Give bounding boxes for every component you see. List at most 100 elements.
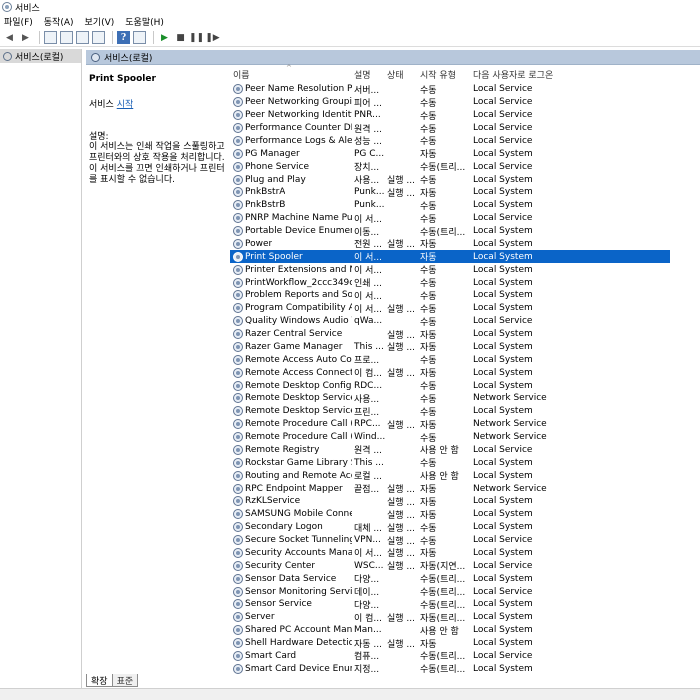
service-startup-cell: 수동 — [420, 536, 437, 547]
refresh-icon[interactable] — [76, 31, 89, 44]
service-name: Security Accounts Manager — [245, 547, 352, 558]
service-name-cell: RzKLService — [230, 496, 352, 507]
service-logon-cell: Local System — [473, 509, 533, 520]
show-hide-console-tree-icon[interactable] — [44, 31, 57, 44]
service-row[interactable]: Program Compatibility Assi...이 서... 실행 ..… — [230, 302, 670, 315]
service-row[interactable]: Performance Counter DLL ...원격 ... 수동 Local… — [230, 122, 670, 135]
service-row[interactable]: Remote Registry 원격 ... 사용 안 함 Local Service — [230, 444, 670, 456]
forward-arrow-icon[interactable]: ▶ — [19, 31, 32, 44]
service-name: Portable Device Enumerato... — [245, 226, 352, 237]
service-gear-icon — [233, 444, 243, 455]
service-row[interactable]: RPC Endpoint Mapper 끝점... 실행 ... 자동 Network … — [230, 482, 670, 495]
service-row[interactable]: Sensor Data Service 다양... 수동(트리... Local Sy… — [230, 572, 670, 585]
service-row[interactable]: Power 전원 ... 실행 ... 자동 Local System — [230, 238, 670, 250]
service-name-cell: Remote Desktop Configura... — [230, 380, 352, 391]
service-row[interactable]: Smart Card 컴퓨... 수동(트리... Local Service — [230, 650, 670, 662]
service-row[interactable]: Portable Device Enumerato...이동... 수동(트리..… — [230, 225, 670, 238]
service-row[interactable]: Problem Reports and Solut...이 서... 수동 Loca… — [230, 289, 670, 302]
service-row[interactable]: Print Spooler 이 서... 자동 Local System — [230, 250, 670, 263]
service-name: Secondary Logon — [245, 522, 323, 533]
service-row[interactable]: Sensor Service 다양... 수동(트리... Local System — [230, 598, 670, 611]
service-gear-icon — [233, 367, 243, 378]
service-row[interactable]: Sensor Monitoring Service 데이... 수동(트리... Lo… — [230, 585, 670, 598]
stop-service-icon[interactable]: ■ — [174, 31, 187, 44]
service-row[interactable]: Shell Hardware Detection 자동 ... 실행 ... 자동 Lo… — [230, 637, 670, 650]
service-gear-icon — [233, 380, 243, 391]
service-startup-cell: 자동 — [420, 343, 437, 354]
service-row[interactable]: Remote Access Auto Conn...프로... 수동 Local S… — [230, 353, 670, 366]
service-row[interactable]: Rockstar Game Library Serv...This ... 수동 L… — [230, 456, 670, 469]
service-row[interactable]: Server 이 컴... 실행 ... 자동(트리... Local System — [230, 611, 670, 624]
help-icon[interactable]: ? — [117, 31, 130, 44]
service-row[interactable]: Remote Desktop Configura...RDC... 수동 Local… — [230, 379, 670, 392]
service-row[interactable]: PNRP Machine Name Publi...이 서... 수동 Local … — [230, 212, 670, 225]
service-startup-cell: 수동 — [420, 176, 437, 187]
service-row[interactable]: Razer Central Service 실행 ... 자동 Local Syste… — [230, 328, 670, 341]
service-logon-cell: Local Service — [473, 84, 533, 95]
service-name-cell: Sensor Monitoring Service — [230, 586, 352, 597]
service-logon-cell: Network Service — [473, 483, 547, 494]
menu-view[interactable]: 보기(V) — [85, 15, 115, 28]
sort-ascending-icon: ^ — [286, 64, 292, 72]
service-startup-cell: 수동 — [420, 291, 437, 302]
service-row[interactable]: Smart Card Device Enumer...지정... 수동(트리...… — [230, 662, 670, 675]
properties-icon[interactable] — [60, 31, 73, 44]
service-name: Rockstar Game Library Serv... — [245, 457, 352, 468]
service-row[interactable]: Remote Access Connection...이 컴... 실행 ... 자… — [230, 366, 670, 379]
column-log-on-as[interactable]: 다음 사용자로 로그온 — [471, 68, 563, 81]
service-row[interactable]: Security Accounts Manager이 서... 실행 ... 자동 L… — [230, 547, 670, 559]
service-row[interactable]: Peer Name Resolution Prot...서버... 수동 Local… — [230, 83, 670, 96]
service-row[interactable]: Plug and Play 사용... 실행 ... 수동 Local System — [230, 173, 670, 186]
service-row[interactable]: Razer Game Manager This ... 실행 ... 자동 Local … — [230, 341, 670, 354]
service-name: Plug and Play — [245, 174, 306, 185]
restart-service-icon[interactable]: ❚▶ — [205, 31, 219, 44]
menu-file[interactable]: 파일(F) — [4, 15, 33, 28]
service-row[interactable]: Peer Networking Grouping 피어 ... 수동 Local Se… — [230, 96, 670, 109]
service-row[interactable]: Performance Logs & Alerts성능 ... 수동 Local S… — [230, 135, 670, 147]
tab-standard[interactable]: 표준 — [111, 674, 139, 687]
show-action-pane-icon[interactable] — [133, 31, 146, 44]
service-startup-cell: 수동(트리... — [420, 588, 466, 599]
service-row[interactable]: Printer Extensions and Noti...이 서... 수동 Lo… — [230, 263, 670, 276]
service-row[interactable]: Phone Service 장치... 수동(트리... Local Service — [230, 160, 670, 173]
service-row[interactable]: PrintWorkflow_2ccc349c 인쇄 ... 수동 Local Syst… — [230, 276, 670, 289]
start-service-icon[interactable]: ▶ — [158, 31, 171, 44]
service-row[interactable]: Remote Procedure Call (RP...RPC... 실행 ...… — [230, 418, 670, 431]
service-status-cell: 실행 ... — [387, 188, 416, 199]
service-startup-cell: 자동 — [420, 510, 437, 521]
service-name-cell: Print Spooler — [230, 251, 352, 262]
tree-item-services-local[interactable]: 서비스(로컬) — [0, 49, 81, 63]
service-row[interactable]: Secondary Logon 대체 ... 실행 ... 수동 Local Syste… — [230, 521, 670, 534]
service-description-cell: 이 서... — [354, 266, 383, 277]
service-row[interactable]: Remote Desktop Services 사용... 수동 Network Se… — [230, 392, 670, 405]
back-arrow-icon[interactable]: ◀ — [3, 31, 16, 44]
service-row[interactable]: RzKLService 실행 ... 자동 Local System — [230, 495, 670, 508]
column-description[interactable]: 설명 — [352, 68, 385, 81]
service-row[interactable]: Security Center WSC... 실행 ... 자동(지연... Local… — [230, 559, 670, 572]
service-row[interactable]: Secure Socket Tunneling P...VPN... 실행 ...… — [230, 534, 670, 547]
service-row[interactable]: Peer Networking Identity ...PNR... 수동 Loca… — [230, 109, 670, 122]
service-row[interactable]: Quality Windows Audio Vi...qWa... 수동 Local… — [230, 315, 670, 328]
services-app-icon — [2, 2, 12, 12]
service-name: Shell Hardware Detection — [245, 638, 352, 649]
pause-service-icon[interactable]: ❚❚ — [189, 31, 204, 44]
service-startup-cell: 수동 — [420, 266, 437, 277]
column-status[interactable]: 상태 — [385, 68, 418, 81]
service-row[interactable]: Shared PC Account ManagerMan... 사용 안 함 Loc… — [230, 624, 670, 637]
service-name: PNRP Machine Name Publi... — [245, 213, 352, 224]
start-service-link[interactable]: 시작 — [117, 100, 134, 110]
service-startup-cell: 수동 — [420, 317, 437, 328]
service-name-cell: PnkBstrB — [230, 200, 352, 211]
service-row[interactable]: PnkBstrB Punk... 수동 Local System — [230, 199, 670, 212]
service-row[interactable]: PnkBstrA Punk... 실행 ... 자동 Local System — [230, 186, 670, 199]
menu-action[interactable]: 동작(A) — [44, 15, 74, 28]
service-row[interactable]: Routing and Remote Access로컬 ... 사용 안 함 Loc… — [230, 469, 670, 482]
service-row[interactable]: Remote Desktop Services ...프린... 수동 Local … — [230, 405, 670, 418]
service-row[interactable]: PG Manager PG C... 자동 Local System — [230, 147, 670, 160]
tab-extended[interactable]: 확장 — [86, 674, 113, 687]
column-startup-type[interactable]: 시작 유형 — [418, 68, 471, 81]
service-row[interactable]: SAMSUNG Mobile Connec... 실행 ... 자동 Local Sy… — [230, 508, 670, 521]
service-row[interactable]: Remote Procedure Call (RP...Wind... 수동 Net… — [230, 431, 670, 444]
export-list-icon[interactable] — [92, 31, 105, 44]
menu-help[interactable]: 도움말(H) — [125, 15, 164, 28]
